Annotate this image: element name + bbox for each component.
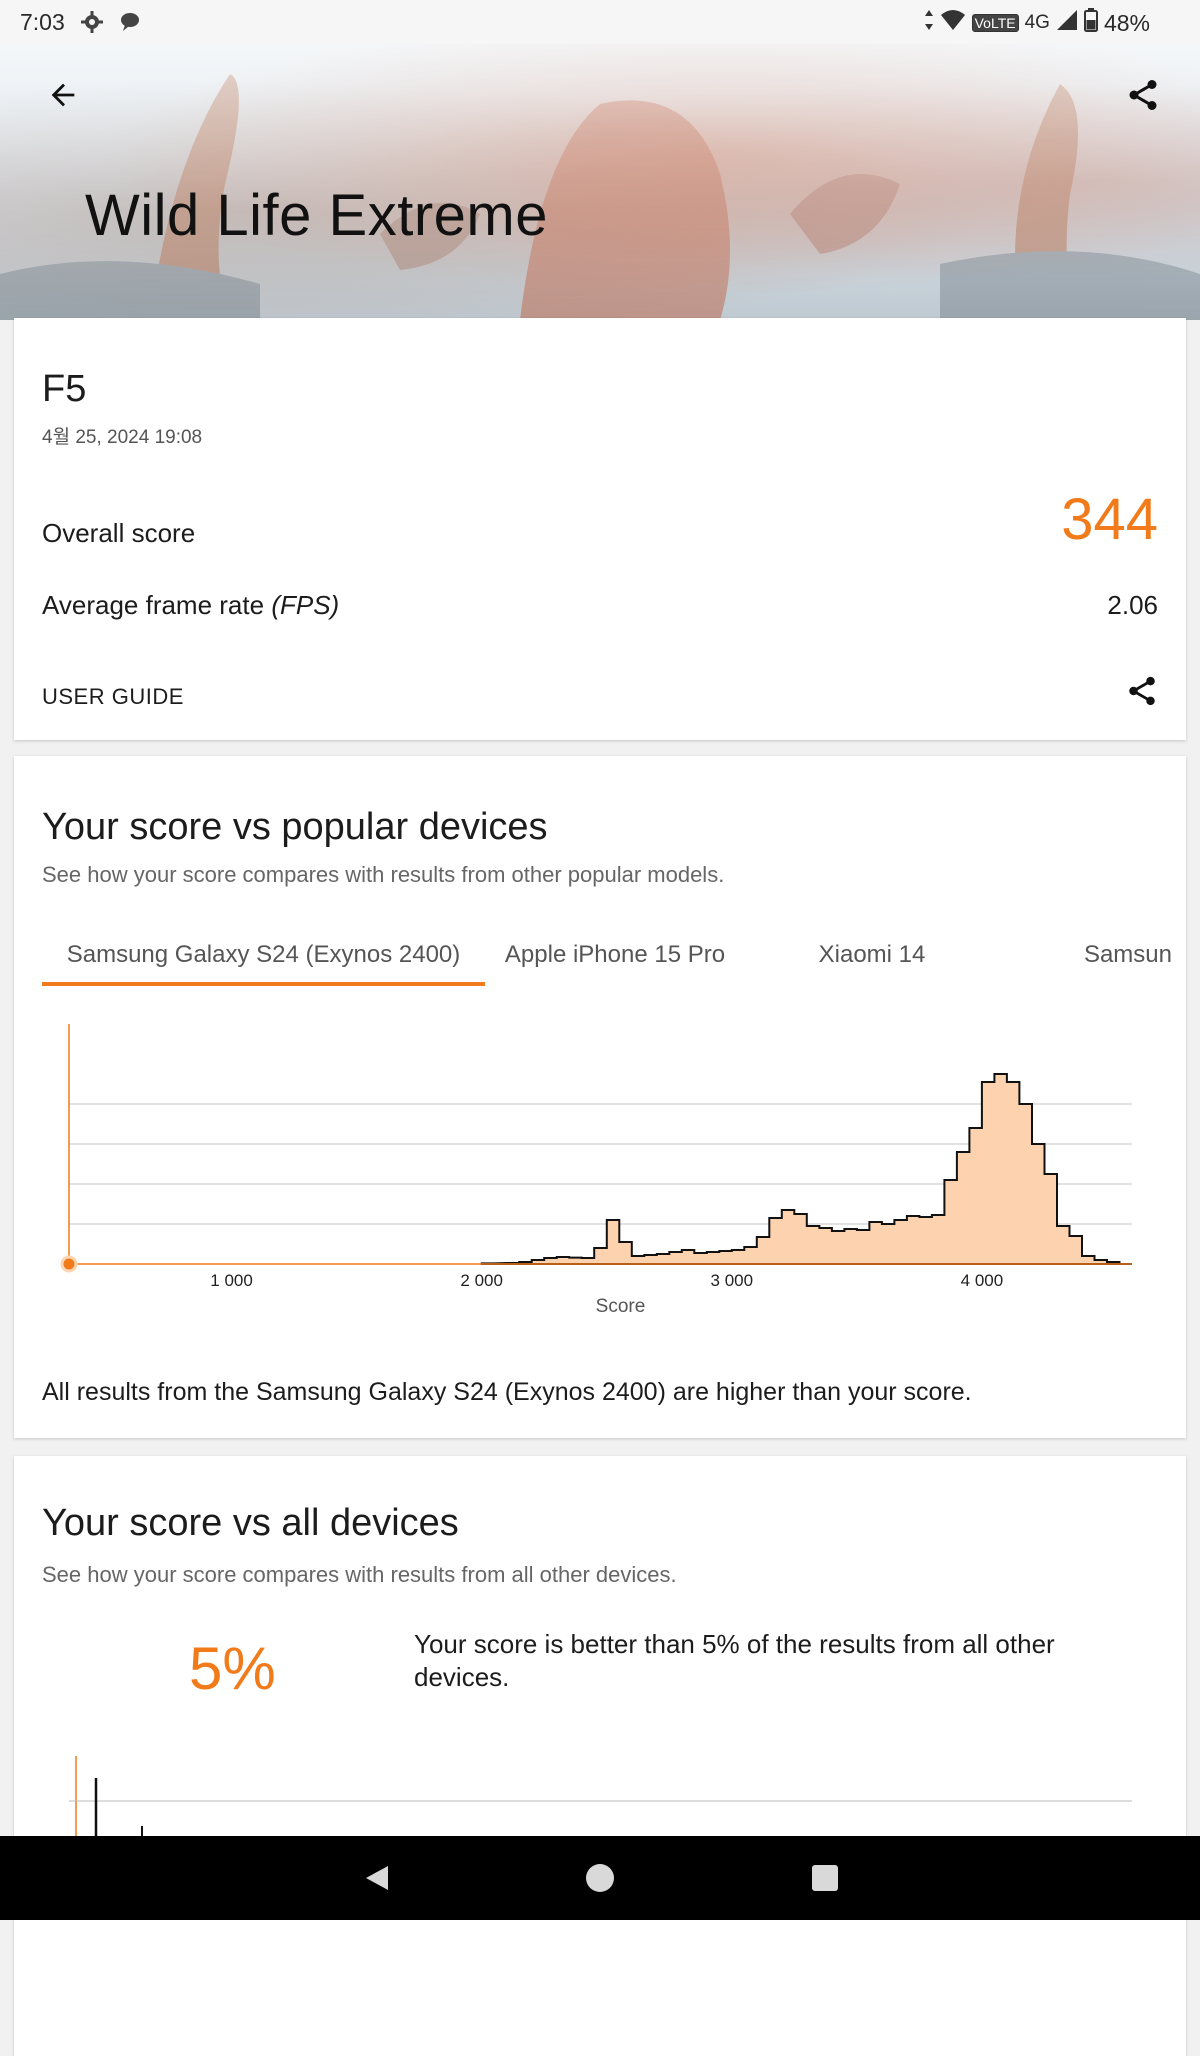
device-tabs: Samsung Galaxy S24 (Exynos 2400) Apple i… [42,932,1172,1012]
popular-title: Your score vs popular devices [42,806,548,848]
device-name: F5 [42,368,87,410]
tab-samsung-galaxy-s24[interactable]: Samsung Galaxy S24 (Exynos 2400) [42,932,485,1012]
result-card: F5 4월 25, 2024 19:08 Overall score 344 A… [14,318,1186,740]
histogram-x-label: Score [596,1296,646,1317]
header-share-button[interactable] [1113,67,1173,127]
home-circle-icon [586,1864,614,1892]
battery-level: 48% [1103,9,1150,36]
nav-back-button[interactable] [347,1848,407,1908]
percentile-value: 5% [189,1635,276,1702]
all-devices-subtitle: See how your score compares with results… [42,1562,677,1587]
fps-unit: (FPS) [271,590,340,620]
fps-label-text: Average frame rate [42,590,265,620]
x-tick-label: 3 000 [711,1271,754,1290]
histogram-area [480,1073,1132,1265]
volte-badge: VoLTE [971,14,1019,32]
percentile-description: Your score is better than 5% of the resu… [414,1629,1055,1692]
active-tab-indicator [42,982,485,986]
comparison-note: All results from the Samsung Galaxy S24 … [42,1378,972,1406]
score-histogram: 1 000 2 000 3 000 4 000 Score [60,1024,1132,1317]
status-bar: 7:03 VoLTE 4G 48% [0,0,1200,44]
x-tick-label: 1 000 [210,1271,253,1290]
share-icon [1125,77,1161,118]
battery-icon [1083,8,1098,38]
back-button[interactable] [33,67,93,127]
x-tick-label: 2 000 [460,1271,503,1290]
user-guide-link[interactable]: USER GUIDE [42,684,184,710]
tab-xiaomi-14[interactable]: Xiaomi 14 [792,932,952,1012]
fps-value: 2.06 [1107,590,1158,620]
tab-samsung-partial[interactable]: Samsun [1042,932,1172,1012]
overall-score-label: Overall score [42,518,196,548]
settings-icon [80,10,104,39]
page-title: Wild Life Extreme [85,183,548,248]
all-devices-card: Your score vs all devices See how your s… [14,1456,1186,2056]
recents-square-icon [812,1865,838,1891]
fps-label: Average frame rate (FPS) [42,590,339,621]
tab-apple-iphone-15-pro[interactable]: Apple iPhone 15 Pro [485,932,745,1012]
benchmark-header: Wild Life Extreme [0,44,1200,320]
back-triangle-icon [366,1866,388,1890]
chat-icon [118,10,142,39]
signal-icon [1056,9,1078,37]
status-time: 7:03 [20,9,65,35]
share-icon [1125,674,1159,713]
arrow-back-icon [46,78,80,117]
nav-recents-button[interactable] [795,1848,855,1908]
result-date: 4월 25, 2024 19:08 [42,427,203,448]
data-arrows-icon [924,9,934,37]
result-share-button[interactable] [1112,663,1172,723]
popular-devices-card: Your score vs popular devices See how yo… [14,756,1186,1438]
all-devices-title: Your score vs all devices [42,1502,459,1544]
user-score-marker [60,1255,78,1273]
nav-home-button[interactable] [570,1848,630,1908]
overall-score-value: 344 [1061,487,1158,552]
popular-subtitle: See how your score compares with results… [42,862,725,887]
x-tick-label: 4 000 [961,1271,1004,1290]
wifi-icon [940,9,966,37]
network-type: 4G [1024,12,1050,33]
system-nav-bar [0,1836,1200,1920]
